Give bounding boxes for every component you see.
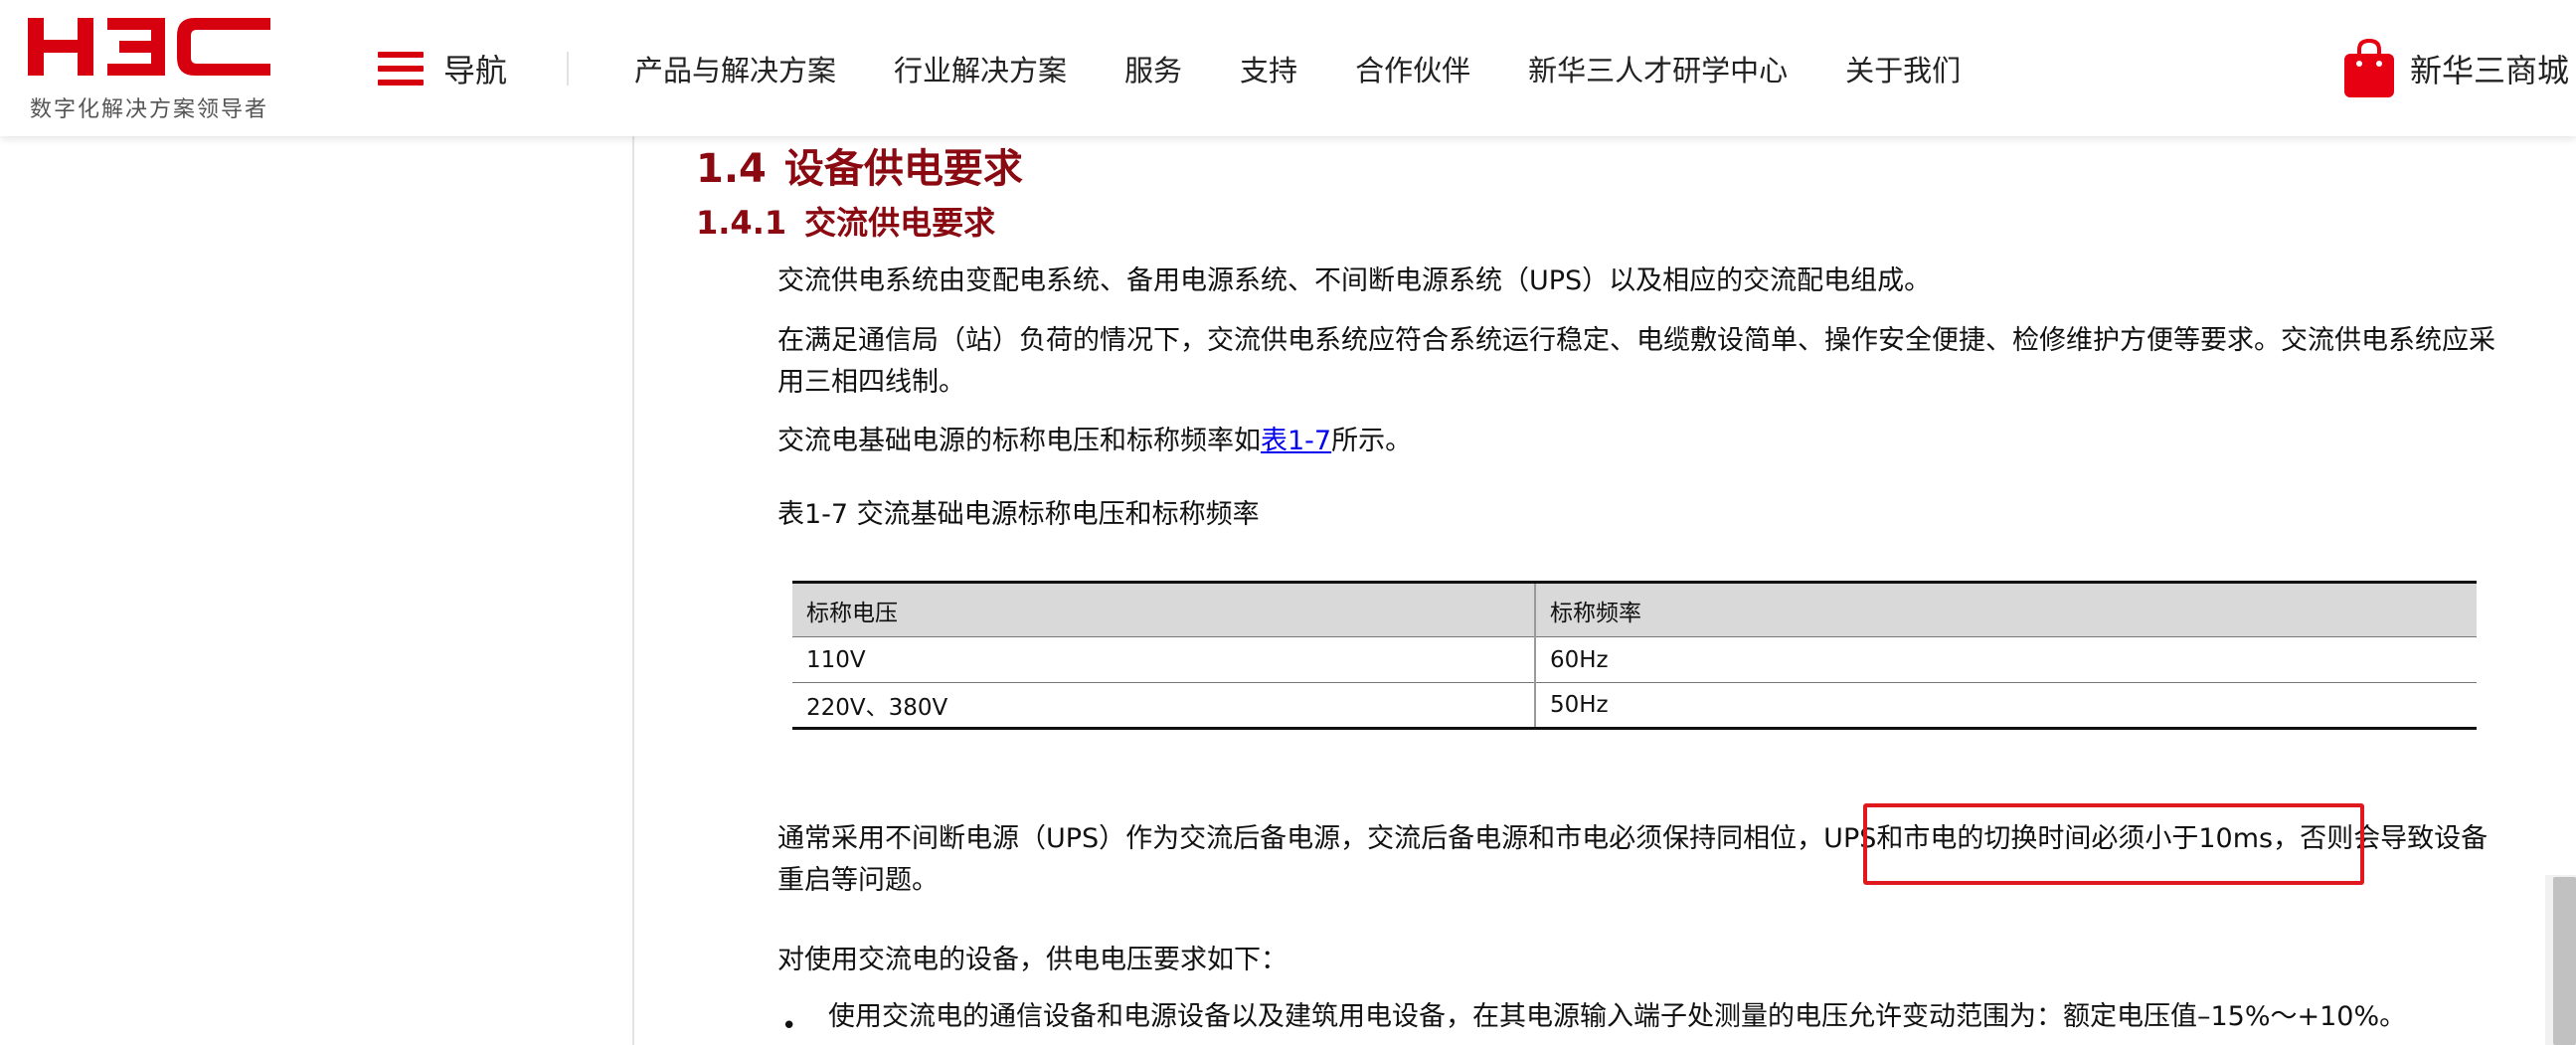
section-heading: 1.4 设备供电要求	[696, 136, 1023, 194]
subsection-title: 交流供电要求	[804, 204, 996, 242]
subsection-heading: 1.4.1 交流供电要求	[696, 198, 995, 244]
nav-menu-button[interactable]: 导航	[378, 44, 507, 93]
doc-content: 1.4 设备供电要求 1.4.1 交流供电要求 交流供电系统由变配电系统、备用电源系…	[634, 136, 2576, 1045]
paragraph-table-reference: 交流电基础电源的标称电压和标称频率如表1-7所示。	[777, 421, 1412, 462]
paragraph-text: 交流电基础电源的标称电压和标称频率如	[777, 426, 1261, 456]
paragraph-voltage-intro: 对使用交流电的设备，供电电压要求如下：	[777, 945, 1288, 975]
bullet-dot: •	[781, 1011, 797, 1041]
h3c-logo-mark	[28, 18, 270, 76]
shop-link[interactable]: 新华三商城	[2342, 36, 2569, 101]
paragraph-line: 重启等问题。	[777, 865, 939, 896]
nav-item-about[interactable]: 关于我们	[1845, 48, 1961, 89]
table-1-7-link[interactable]: 表1-7	[1261, 426, 1331, 456]
paragraph-line: 在满足通信局（站）负荷的情况下，交流供电系统应符合系统运行稳定、电缆敷设简单、操…	[777, 325, 2495, 356]
section-title: 设备供电要求	[783, 146, 1023, 192]
table-cell: 60Hz	[1535, 636, 2477, 683]
scrollbar-thumb[interactable]	[2553, 877, 2576, 1045]
nav-item-partners[interactable]: 合作伙伴	[1355, 48, 1470, 89]
table-cell: 110V	[792, 636, 1536, 683]
nav-item-talent-center[interactable]: 新华三人才研学中心	[1528, 48, 1788, 89]
bullet-voltage-range: 使用交流电的通信设备和电源设备以及建筑用电设备，在其电源输入端子处测量的电压允许…	[828, 1001, 2407, 1032]
nav-item-products[interactable]: 产品与解决方案	[634, 48, 836, 89]
section-number: 1.4	[696, 146, 767, 192]
shop-label: 新华三商城	[2410, 52, 2570, 89]
paragraph-line: 通常采用不间断电源（UPS）作为交流后备电源，交流后备电源和市电必须保持同相位，…	[777, 823, 2489, 854]
paragraph-text: 所示。	[1331, 426, 1413, 456]
site-header: 数字化解决方案领导者 导航 产品与解决方案 行业解决方案 服务 支持 合作伙伴 …	[0, 0, 2576, 136]
table-caption: 表1-7 交流基础电源标称电压和标称频率	[777, 499, 1260, 530]
table-cell: 50Hz	[1535, 682, 2477, 730]
voltage-frequency-table: 标称电压 标称频率 110V 60Hz 220V、380V 50Hz	[792, 581, 2477, 730]
table-cell: 220V、380V	[792, 682, 1536, 730]
nav-item-industry[interactable]: 行业解决方案	[894, 48, 1067, 89]
table-header-row: 标称电压 标称频率	[792, 581, 2477, 637]
paragraph-line: 用三相四线制。	[777, 367, 965, 398]
main-nav: 产品与解决方案 行业解决方案 服务 支持 合作伙伴 新华三人才研学中心 关于我们	[634, 44, 2018, 93]
nav-item-services[interactable]: 服务	[1124, 48, 1182, 89]
table-row: 220V、380V 50Hz	[792, 682, 2477, 730]
doc-sidebar	[0, 136, 632, 1045]
paragraph-ac-system: 交流供电系统由变配电系统、备用电源系统、不间断电源系统（UPS）以及相应的交流配…	[777, 265, 1932, 296]
hamburger-icon	[378, 52, 424, 86]
logo-tagline: 数字化解决方案领导者	[30, 97, 269, 122]
nav-divider	[567, 52, 569, 86]
nav-menu-label: 导航	[443, 52, 508, 89]
nav-item-support[interactable]: 支持	[1240, 48, 1297, 89]
table-header-cell: 标称频率	[1535, 581, 2477, 637]
shopping-bag-icon	[2344, 38, 2394, 97]
subsection-number: 1.4.1	[696, 204, 787, 242]
table-row: 110V 60Hz	[792, 636, 2477, 683]
table-header-cell: 标称电压	[792, 581, 1536, 637]
paragraph-ups: 通常采用不间断电源（UPS）作为交流后备电源，交流后备电源和市电必须保持同相位，…	[777, 818, 2488, 902]
paragraph-ac-requirements: 在满足通信局（站）负荷的情况下，交流供电系统应符合系统运行稳定、电缆敷设简单、操…	[777, 320, 2495, 404]
